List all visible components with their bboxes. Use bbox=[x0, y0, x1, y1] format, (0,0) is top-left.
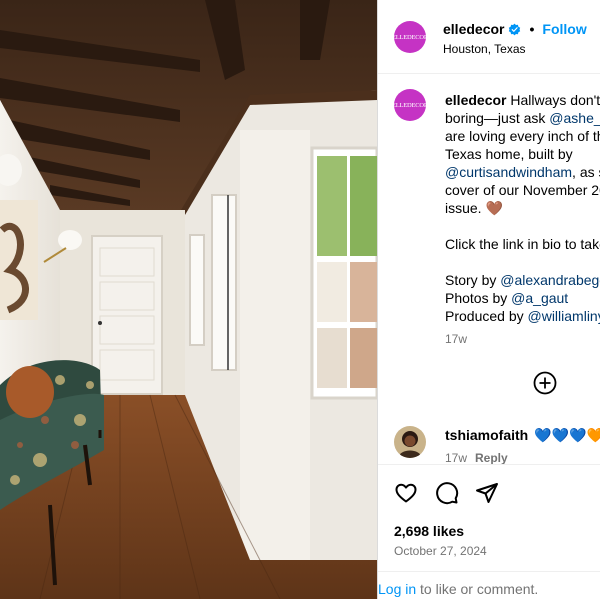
caption-username[interactable]: elledecor bbox=[445, 92, 506, 108]
avatar[interactable]: ELLEDECOR bbox=[392, 21, 428, 53]
mention-link[interactable]: @ashe_leandro bbox=[549, 110, 600, 126]
heart-icon[interactable] bbox=[394, 481, 418, 505]
post-actions: 2,698 likes October 27, 2024 Log in to l… bbox=[378, 464, 600, 599]
caption-line: Story by bbox=[445, 272, 501, 288]
caption-line: boring—just ask bbox=[445, 110, 550, 126]
reply-button[interactable]: Reply bbox=[475, 451, 508, 464]
caption-line: Photos by bbox=[445, 290, 512, 306]
login-suffix: to like or comment. bbox=[416, 581, 539, 597]
caption-line: Texas home, built by bbox=[445, 146, 573, 162]
caption-line: Produced by bbox=[445, 308, 528, 324]
likes-count[interactable]: 2,698 likes bbox=[394, 523, 464, 539]
hallway-photo bbox=[0, 0, 377, 599]
header-username[interactable]: elledecor bbox=[443, 21, 504, 37]
comment-timestamp[interactable]: 17w bbox=[445, 451, 467, 464]
caption-timestamp[interactable]: 17w bbox=[445, 332, 467, 346]
mention-link[interactable]: @curtisandwindham bbox=[445, 164, 572, 180]
comment-meta: 17w Reply bbox=[445, 451, 508, 464]
login-link[interactable]: Log in bbox=[378, 581, 416, 597]
load-more-comments-icon[interactable] bbox=[533, 371, 557, 395]
caption-avatar[interactable]: ELLEDECOR bbox=[392, 89, 428, 121]
follow-button[interactable]: Follow bbox=[542, 21, 586, 37]
caption-line: Hallways don't have to be bbox=[510, 92, 600, 108]
post-date[interactable]: October 27, 2024 bbox=[394, 544, 487, 558]
comment-username[interactable]: tshiamofaith bbox=[445, 427, 528, 443]
commenter-avatar-image bbox=[394, 426, 426, 458]
login-prompt: Log in to like or comment. bbox=[378, 571, 600, 599]
caption-line: are loving every inch of this bbox=[445, 128, 600, 144]
caption-text: elledecor Hallways don't have to be bori… bbox=[445, 91, 600, 325]
mention-link[interactable]: @a_gaut bbox=[511, 290, 568, 306]
location-link[interactable]: Houston, Texas bbox=[443, 42, 526, 56]
mention-link[interactable]: @williamlinyun bbox=[528, 308, 600, 324]
caption-area: ELLEDECOR elledecor Hallways don't have … bbox=[378, 74, 600, 464]
comment-icon[interactable] bbox=[435, 481, 459, 505]
comment-body: 💙💙💙🧡 bbox=[534, 427, 600, 443]
mention-link[interactable]: @alexandrabegg bbox=[500, 272, 600, 288]
caption-line: Click the link in bio to take the tour. bbox=[445, 236, 600, 252]
post-header: ELLEDECOR elledecor • Follow Houston, Te… bbox=[378, 0, 600, 74]
post-side-panel: ELLEDECOR elledecor • Follow Houston, Te… bbox=[377, 0, 600, 599]
comment-item: tshiamofaith 💙💙💙🧡 17w Reply bbox=[394, 424, 600, 464]
share-icon[interactable] bbox=[475, 481, 499, 505]
header-separator: • bbox=[529, 21, 535, 37]
caption-line: , as seen on the bbox=[572, 164, 600, 180]
post-photo[interactable] bbox=[0, 0, 377, 599]
verified-badge-icon bbox=[509, 23, 521, 35]
commenter-avatar[interactable] bbox=[394, 426, 426, 458]
caption-line: issue. 🤎 bbox=[445, 200, 503, 216]
caption-line: cover of our November 2024 bbox=[445, 182, 600, 198]
header-user-row: elledecor • Follow bbox=[443, 21, 587, 37]
comment-text-row: tshiamofaith 💙💙💙🧡 bbox=[445, 427, 600, 444]
